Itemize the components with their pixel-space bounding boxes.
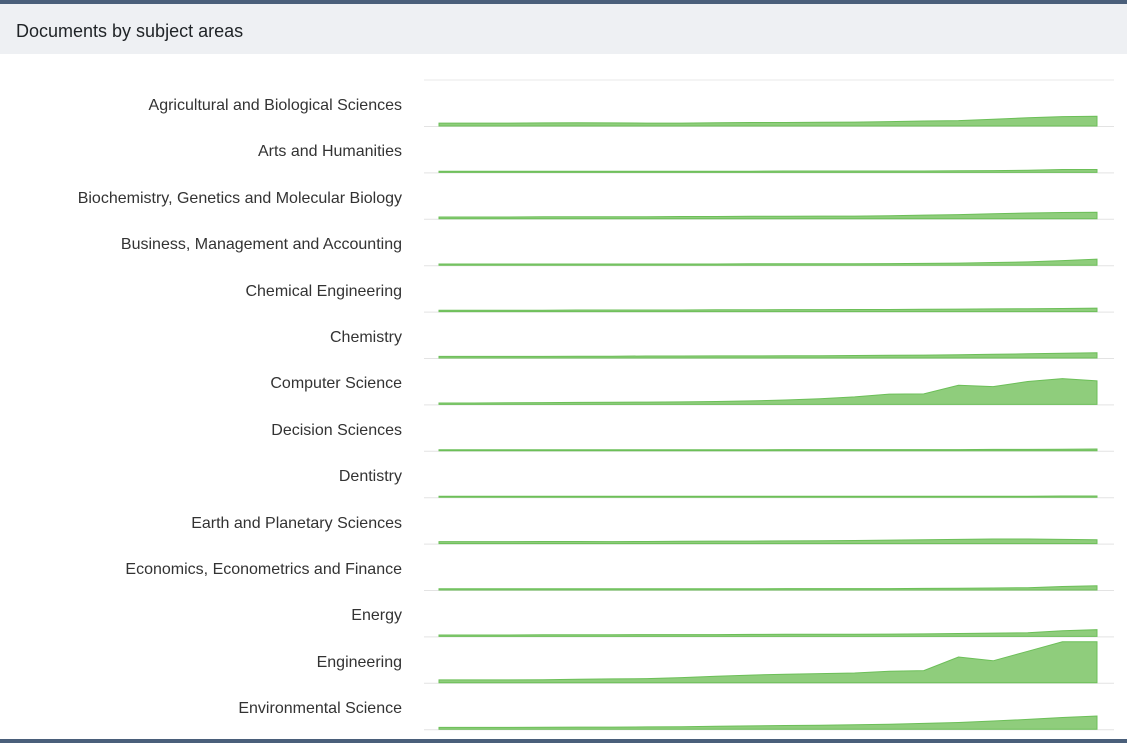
sparkline-area[interactable] [438,378,1098,405]
bottom-border [0,739,1127,743]
sparkline-area[interactable] [438,352,1098,359]
sparkline-area[interactable] [438,629,1098,637]
sparkline-area[interactable] [438,495,1098,498]
sparkline-area[interactable] [438,538,1098,545]
sparkline-area[interactable] [438,585,1098,591]
subject-area-sparklines [424,79,1114,731]
sparkline-area[interactable] [438,115,1098,127]
sparkline-area[interactable] [438,258,1098,266]
sparkline-area[interactable] [438,307,1098,313]
sparkline-area[interactable] [438,211,1098,220]
sparkline-area[interactable] [438,169,1098,173]
sparkline-area[interactable] [438,715,1098,730]
sparkline-area[interactable] [438,448,1098,452]
sparkline-area[interactable] [438,641,1098,684]
